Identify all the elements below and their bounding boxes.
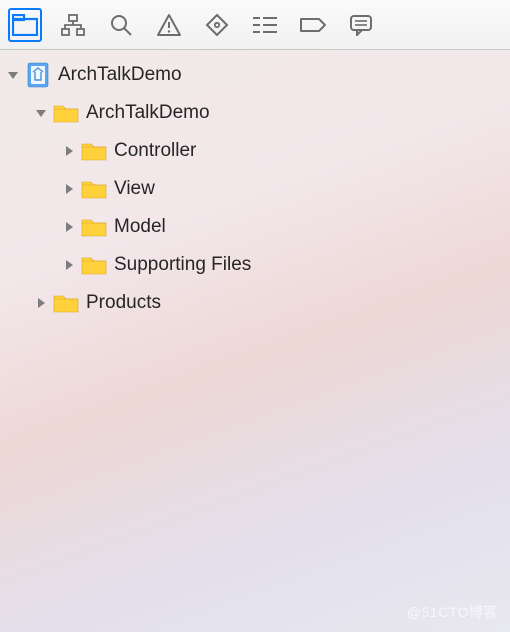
chevron-down-icon[interactable] <box>32 104 50 122</box>
tree-row-project[interactable]: ArchTalkDemo <box>0 56 510 94</box>
folder-icon[interactable] <box>8 8 42 42</box>
tree-row-folder[interactable]: Supporting Files <box>0 246 510 284</box>
project-tree: ArchTalkDemo ArchTalkDemo Controller Vie… <box>0 50 510 322</box>
folder-yellow-icon <box>80 137 108 165</box>
project-icon <box>24 61 52 89</box>
tree-label: Controller <box>114 140 196 162</box>
chevron-right-icon[interactable] <box>60 142 78 160</box>
folder-yellow-icon <box>80 175 108 203</box>
tree-label: ArchTalkDemo <box>86 102 210 124</box>
tree-label: Supporting Files <box>114 254 251 276</box>
warning-icon[interactable] <box>152 8 186 42</box>
folder-yellow-icon <box>52 289 80 317</box>
tree-label: Products <box>86 292 161 314</box>
chevron-right-icon[interactable] <box>32 294 50 312</box>
chevron-right-icon[interactable] <box>60 256 78 274</box>
tree-row-folder[interactable]: View <box>0 170 510 208</box>
folder-yellow-icon <box>52 99 80 127</box>
diamond-icon[interactable] <box>200 8 234 42</box>
hierarchy-icon[interactable] <box>56 8 90 42</box>
tree-row-folder[interactable]: Products <box>0 284 510 322</box>
tree-row-folder[interactable]: ArchTalkDemo <box>0 94 510 132</box>
chevron-right-icon[interactable] <box>60 180 78 198</box>
list-icon[interactable] <box>248 8 282 42</box>
folder-yellow-icon <box>80 251 108 279</box>
tree-row-folder[interactable]: Controller <box>0 132 510 170</box>
search-icon[interactable] <box>104 8 138 42</box>
watermark: @51CTO博客 <box>407 602 498 622</box>
tree-row-folder[interactable]: Model <box>0 208 510 246</box>
tree-label: ArchTalkDemo <box>58 64 182 86</box>
chevron-right-icon[interactable] <box>60 218 78 236</box>
folder-yellow-icon <box>80 213 108 241</box>
navigator-toolbar <box>0 0 510 50</box>
comment-icon[interactable] <box>344 8 378 42</box>
tag-icon[interactable] <box>296 8 330 42</box>
chevron-down-icon[interactable] <box>4 66 22 84</box>
tree-label: View <box>114 178 155 200</box>
tree-label: Model <box>114 216 166 238</box>
